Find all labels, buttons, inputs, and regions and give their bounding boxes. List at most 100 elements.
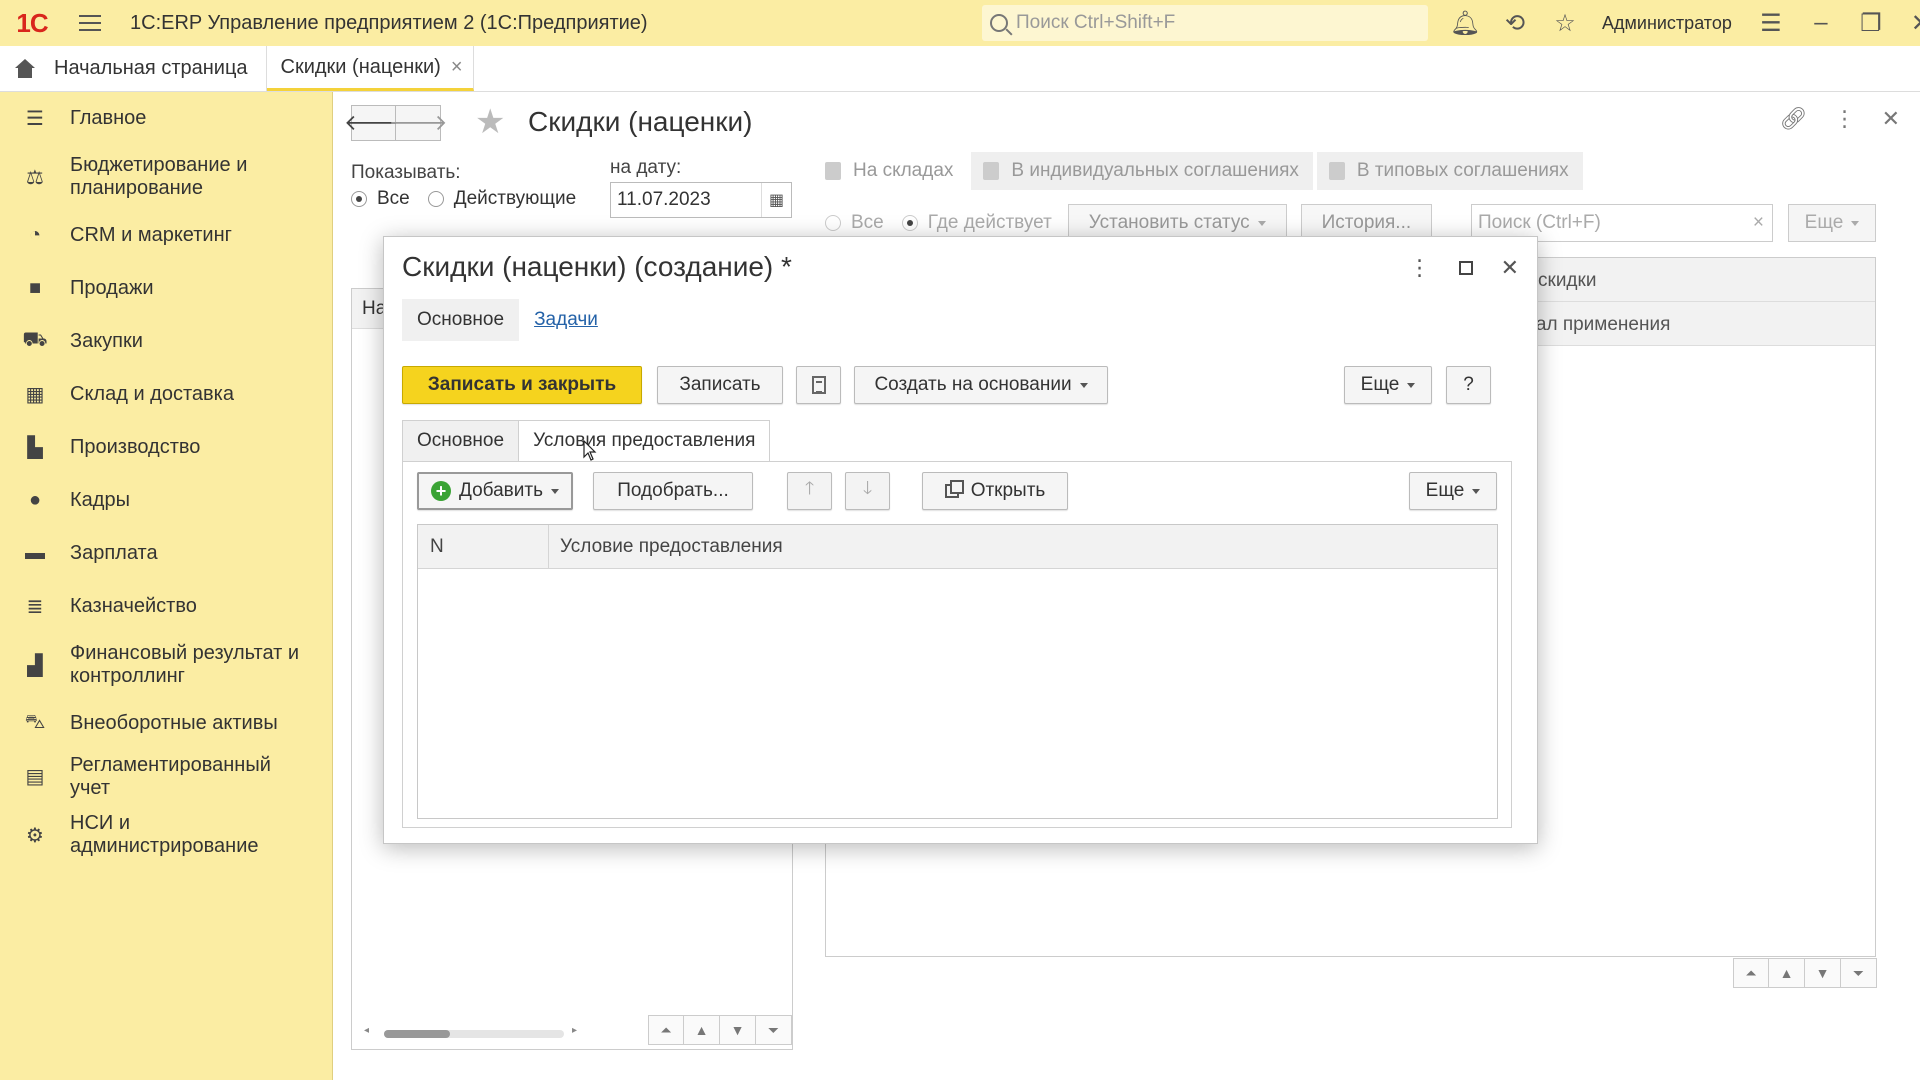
sidebar-item-hr[interactable]: ● Кадры: [0, 474, 332, 527]
menu-lines-icon: ☰: [26, 108, 44, 130]
prev-page-icon[interactable]: ▲: [684, 1015, 720, 1045]
sidebar-item-production[interactable]: ▙ Производство: [0, 421, 332, 474]
sidebar-item-purchases[interactable]: ⛟ Закупки: [0, 315, 332, 368]
forward-arrow-icon[interactable]: 🡒: [389, 105, 448, 141]
scroll-left-icon[interactable]: ◂: [364, 1025, 369, 1036]
sidebar-item-assets[interactable]: ⛍ Внеоборотные активы: [0, 697, 332, 750]
bell-icon[interactable]: 🔔︎: [1440, 0, 1490, 46]
favorite-star-icon[interactable]: ★: [475, 102, 505, 142]
sidebar-item-budget[interactable]: ⚖︎ Бюджетирование и планирование: [0, 145, 332, 209]
sidebar-item-admin[interactable]: ⚙︎ НСИ и администрирование: [0, 803, 332, 867]
arrow-down-icon: 🡓: [862, 478, 873, 498]
add-button[interactable]: + Добавить: [417, 472, 573, 510]
tab-typical-agreements[interactable]: В типовых соглашениях: [1316, 152, 1583, 190]
history-icon[interactable]: ⟲: [1490, 0, 1540, 46]
open-window-icon: [944, 480, 964, 498]
tab-individual-agreements[interactable]: В индивидуальных соглашениях: [971, 152, 1313, 190]
restore-icon[interactable]: ❐: [1846, 0, 1896, 46]
app-logo[interactable]: 1С: [0, 0, 64, 46]
shopping-bag-icon: ■: [28, 277, 42, 299]
print-doc-button[interactable]: [796, 366, 841, 404]
sidebar-item-salary[interactable]: ▬ Зарплата: [0, 527, 332, 580]
sidebar-item-finance[interactable]: ▟ Финансовый результат и контроллинг: [0, 633, 332, 697]
sidebar: ☰ Главное ⚖︎ Бюджетирование и планирование…: [0, 92, 333, 1080]
save-and-close-button[interactable]: Записать и закрыть: [402, 366, 642, 404]
radio-all[interactable]: [351, 191, 367, 207]
global-search-input[interactable]: Поиск Ctrl+Shift+F: [982, 5, 1428, 41]
table-prev-page-icon[interactable]: ▲: [1769, 958, 1805, 988]
tab-close-icon[interactable]: ×: [451, 56, 463, 79]
tab-discounts[interactable]: Скидки (наценки) ×: [266, 46, 474, 91]
settings-lines-icon[interactable]: ☰: [1746, 0, 1796, 46]
table-next-page-icon[interactable]: ▼: [1805, 958, 1841, 988]
dialog-tab-main[interactable]: Основное: [402, 299, 520, 341]
tab-discounts-label: Скидки (наценки): [280, 55, 441, 78]
sidebar-item-sales[interactable]: ■ Продажи: [0, 262, 332, 315]
tab-home[interactable]: Начальная страница: [0, 46, 267, 91]
scroll-right-icon[interactable]: ▸: [572, 1025, 577, 1036]
right-radio-where[interactable]: [901, 215, 918, 231]
sidebar-item-regulated[interactable]: ▤ Регламентированный учет: [0, 750, 332, 803]
move-up-button[interactable]: 🡑: [787, 472, 832, 510]
wallet-icon: ▬: [25, 542, 45, 564]
help-button[interactable]: ?: [1446, 366, 1491, 404]
minimize-icon[interactable]: –: [1796, 0, 1846, 46]
tab-warehouses[interactable]: На складах: [813, 152, 968, 190]
date-label: на дату:: [610, 157, 682, 178]
favorites-star-icon[interactable]: ☆: [1540, 0, 1590, 46]
global-search-placeholder: Поиск Ctrl+Shift+F: [1016, 12, 1176, 33]
inner-tab-conditions[interactable]: Условия предоставления: [518, 420, 771, 462]
table-last-page-icon[interactable]: ⏷: [1841, 958, 1877, 988]
document-list-icon: [811, 376, 826, 394]
person-icon: ●: [28, 489, 42, 511]
sidebar-item-warehouse[interactable]: ▦ Склад и доставка: [0, 368, 332, 421]
close-window-icon[interactable]: ✕: [1896, 0, 1920, 46]
column-n-header[interactable]: N: [430, 536, 444, 558]
radio-active[interactable]: [427, 191, 444, 207]
gear-icon: ⚙︎: [26, 824, 44, 847]
sidebar-item-crm[interactable]: ◔ CRM и маркетинг: [0, 209, 332, 262]
dialog-maximize-icon[interactable]: [1458, 261, 1473, 275]
save-button[interactable]: Записать: [657, 366, 783, 404]
first-page-icon[interactable]: ⏶: [648, 1015, 684, 1045]
radio-all-label: Все: [377, 188, 410, 209]
dialog-more-vertical-icon[interactable]: ⋮: [1409, 255, 1431, 281]
table-first-page-icon[interactable]: ⏶: [1733, 958, 1769, 988]
user-name[interactable]: Администратор: [1602, 13, 1732, 34]
more-vertical-icon[interactable]: ⋮: [1834, 106, 1856, 132]
date-field[interactable]: 11.07.2023 ▦: [610, 182, 792, 218]
column-condition-header[interactable]: Условие предоставления: [560, 536, 783, 558]
page-title: Скидки (наценки): [528, 106, 753, 137]
coins-icon: ≣: [26, 596, 44, 618]
last-page-icon[interactable]: ⏷: [756, 1015, 792, 1045]
right-radio-all-label: Все: [851, 212, 884, 233]
clear-search-icon[interactable]: ×: [1753, 212, 1764, 234]
app-title: 1С:ERP Управление предприятием 2 (1С:Пре…: [130, 11, 648, 34]
horizontal-scrollbar[interactable]: ◂ ▸: [364, 1025, 584, 1039]
inner-tab-main[interactable]: Основное: [402, 420, 520, 462]
budget-icon: ⚖︎: [26, 166, 44, 189]
pick-button[interactable]: Подобрать...: [593, 472, 753, 510]
column-period-header: вал применения: [1526, 314, 1671, 335]
link-icon[interactable]: 🔗︎: [1780, 106, 1808, 132]
calendar-icon[interactable]: ▦: [761, 183, 791, 217]
sidebar-item-main[interactable]: ☰ Главное: [0, 92, 332, 145]
show-label: Показывать:: [351, 162, 461, 183]
dialog-tab-tasks[interactable]: Задачи: [519, 299, 613, 341]
create-based-on-button[interactable]: Создать на основании: [854, 366, 1108, 404]
sidebar-item-treasury[interactable]: ≣ Казначейство: [0, 580, 332, 633]
conditions-table[interactable]: N Условие предоставления: [417, 524, 1498, 819]
list-search-placeholder: Поиск (Ctrl+F): [1478, 212, 1601, 233]
close-form-icon[interactable]: ✕: [1882, 106, 1900, 132]
dialog-close-icon[interactable]: ✕: [1501, 255, 1519, 281]
main-menu-icon[interactable]: [64, 0, 116, 46]
pie-chart-icon: ◔: [28, 224, 42, 246]
search-icon: [990, 14, 1008, 32]
list-more-button[interactable]: Еще: [1788, 204, 1876, 242]
next-page-icon[interactable]: ▼: [720, 1015, 756, 1045]
open-button[interactable]: Открыть: [922, 472, 1068, 510]
move-down-button[interactable]: 🡓: [845, 472, 890, 510]
panel-more-button[interactable]: Еще: [1409, 472, 1497, 510]
dialog-more-button[interactable]: Еще: [1344, 366, 1432, 404]
right-radio-all[interactable]: [825, 215, 841, 231]
